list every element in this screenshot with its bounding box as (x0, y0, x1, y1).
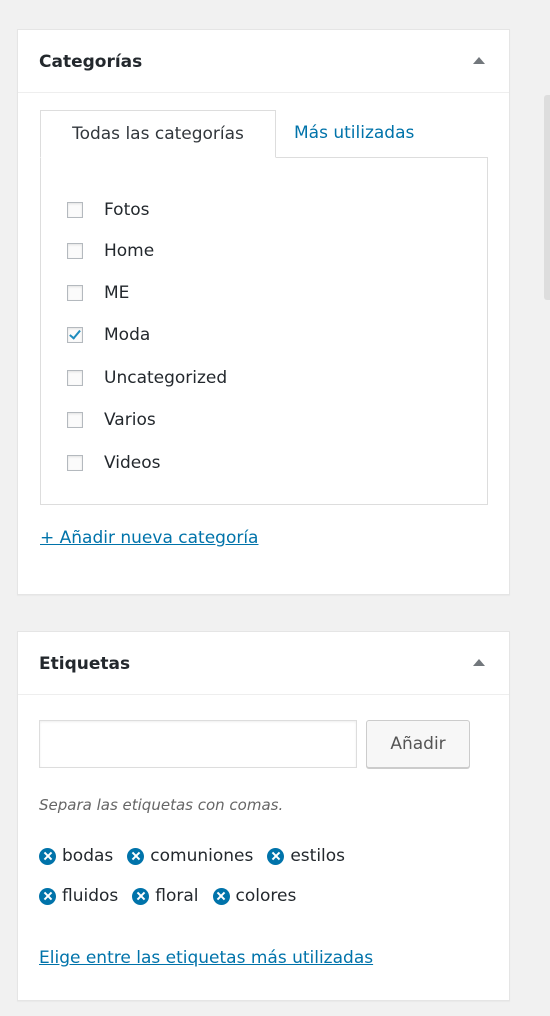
category-label: Uncategorized (104, 368, 228, 388)
tag-help-text: Separa las etiquetas con comas. (39, 796, 284, 814)
checkbox-varios[interactable] (67, 412, 83, 428)
remove-x-circle-icon[interactable] (212, 887, 230, 905)
list-item-varios[interactable]: Varios (67, 408, 156, 432)
checkbox-videos[interactable] (67, 455, 83, 471)
list-item-me[interactable]: ME (67, 281, 129, 305)
checkbox-home[interactable] (67, 243, 83, 259)
checkbox-uncategorized[interactable] (67, 370, 83, 386)
category-label: ME (104, 283, 130, 303)
tag-label: estilos (290, 846, 346, 866)
category-list: Fotos Home ME Moda Uncategorized Varios … (40, 157, 488, 505)
new-tag-input[interactable] (39, 720, 357, 768)
scrollbar[interactable] (544, 95, 550, 300)
remove-x-circle-icon[interactable] (132, 887, 150, 905)
remove-x-circle-icon[interactable] (267, 847, 285, 865)
add-tag-button[interactable]: Añadir (366, 720, 470, 768)
categories-box: Categorías Todas las categorías Más util… (17, 29, 510, 595)
checkbox-moda[interactable] (67, 327, 83, 343)
categories-header: Categorías (18, 30, 509, 93)
tag-label: fluidos (62, 886, 119, 906)
category-label: Moda (104, 325, 151, 345)
tag-label: bodas (62, 846, 114, 866)
category-label: Varios (104, 410, 156, 430)
category-label: Home (104, 241, 155, 261)
remove-x-circle-icon[interactable] (39, 847, 56, 865)
checkbox-fotos[interactable] (67, 202, 83, 218)
tag-item: colores (212, 886, 297, 906)
list-item-fotos[interactable]: Fotos (67, 198, 150, 222)
tab-most-used[interactable]: Más utilizadas (294, 110, 414, 158)
list-item-uncategorized[interactable]: Uncategorized (67, 366, 227, 390)
list-item-videos[interactable]: Videos (67, 451, 161, 475)
add-new-category-link[interactable]: + Añadir nueva categoría (40, 528, 258, 548)
tag-list: bodas comuniones estilos (39, 846, 345, 866)
tag-list: fluidos floral colores (39, 886, 296, 906)
most-used-tags-link[interactable]: Elige entre las etiquetas más utilizadas (39, 948, 373, 968)
categories-title: Categorías (39, 52, 143, 72)
tags-box: Etiquetas Añadir Separa las etiquetas co… (17, 631, 510, 1001)
category-label: Fotos (104, 200, 150, 220)
tags-header: Etiquetas (18, 632, 509, 695)
tags-title: Etiquetas (39, 654, 131, 674)
checkbox-me[interactable] (67, 285, 83, 301)
tag-item: estilos (267, 846, 345, 866)
tag-item: bodas (39, 846, 113, 866)
tag-label: floral (155, 886, 199, 906)
tag-item: fluidos (39, 886, 118, 906)
category-label: Videos (104, 453, 161, 473)
tag-label: comuniones (150, 846, 254, 866)
collapse-toggle-icon[interactable] (473, 659, 485, 666)
tag-label: colores (235, 886, 297, 906)
remove-x-circle-icon[interactable] (127, 847, 145, 865)
tab-all-categories[interactable]: Todas las categorías (40, 110, 276, 158)
collapse-toggle-icon[interactable] (473, 57, 485, 64)
list-item-moda[interactable]: Moda (67, 323, 150, 347)
remove-x-circle-icon[interactable] (39, 887, 56, 905)
tag-item: comuniones (127, 846, 253, 866)
list-item-home[interactable]: Home (67, 239, 154, 263)
tag-item: floral (132, 886, 199, 906)
